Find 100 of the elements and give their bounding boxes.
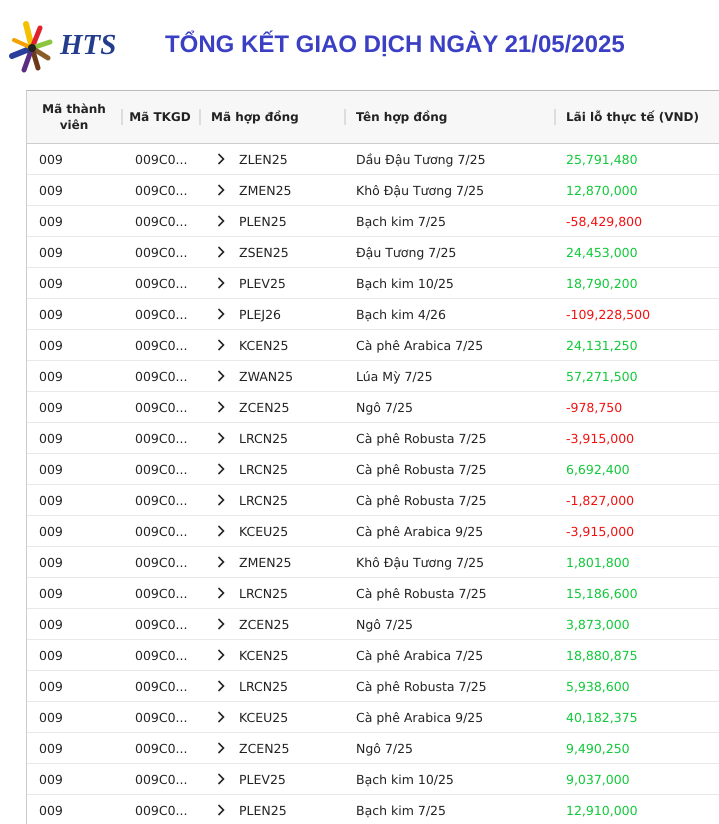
chevron-right-icon[interactable] — [217, 463, 225, 475]
table-cell: 009C0... — [135, 462, 188, 476]
table-cell: Bạch kim 10/25 — [356, 772, 454, 786]
chevron-right-icon[interactable] — [217, 432, 225, 444]
table-cell: ZSEN25 — [239, 244, 289, 260]
table-cell: Dầu Đậu Tương 7/25 — [356, 152, 486, 166]
chevron-right-icon[interactable] — [217, 153, 225, 165]
table-cell: 009C0... — [135, 616, 188, 632]
table-cell: -3,915,000 — [566, 524, 634, 538]
table-cell: 009 — [39, 678, 63, 694]
column-header: Tên hợp đồng — [356, 109, 448, 125]
table-cell: 009 — [39, 214, 63, 228]
table-cell: LRCN25 — [239, 492, 288, 508]
table-cell: 009 — [39, 306, 63, 322]
table-cell: 009C0... — [135, 152, 188, 166]
chevron-right-icon[interactable] — [217, 184, 225, 196]
table-cell: 009 — [39, 554, 63, 570]
table-cell: Bạch kim 7/25 — [356, 214, 446, 228]
chevron-right-icon[interactable] — [217, 277, 225, 289]
table-cell: 009 — [39, 802, 63, 818]
chevron-right-icon[interactable] — [217, 680, 225, 692]
table-cell: PLEJ26 — [239, 306, 281, 322]
table-cell: Bạch kim 10/25 — [356, 276, 454, 290]
table-cell: 009 — [39, 648, 63, 662]
table-cell: Cà phê Arabica 9/25 — [356, 524, 484, 538]
table-cell: -109,228,500 — [566, 306, 650, 322]
chevron-right-icon[interactable] — [217, 401, 225, 413]
table-cell: 009C0... — [135, 276, 188, 290]
chevron-right-icon[interactable] — [217, 711, 225, 723]
table-cell: Cà phê Arabica 7/25 — [356, 648, 484, 662]
table-cell: 009C0... — [135, 772, 188, 786]
chevron-right-icon[interactable] — [217, 587, 225, 599]
table-cell: Cà phê Robusta 7/25 — [356, 678, 487, 694]
column-header: Mã hợp đồng — [211, 109, 299, 125]
column-header: Mã thành viên — [41, 101, 107, 133]
chevron-right-icon[interactable] — [217, 742, 225, 754]
chevron-right-icon[interactable] — [217, 804, 225, 816]
table-cell: ZWAN25 — [239, 368, 294, 384]
table-cell: 009 — [39, 740, 63, 756]
table-cell: PLEV25 — [239, 276, 286, 290]
chevron-right-icon[interactable] — [217, 525, 225, 537]
table-cell: 15,186,600 — [566, 586, 638, 600]
table-cell: 009 — [39, 244, 63, 260]
table-cell: KCEN25 — [239, 648, 288, 662]
table-cell: 009C0... — [135, 306, 188, 322]
table-cell: Ngô 7/25 — [356, 616, 413, 632]
table-cell: 009C0... — [135, 492, 188, 508]
table-cell: 1,801,800 — [566, 554, 630, 570]
table-cell: ZCEN25 — [239, 616, 290, 632]
table-cell: 009C0... — [135, 182, 188, 198]
table-cell: 57,271,500 — [566, 368, 638, 384]
table-cell: 009 — [39, 772, 63, 786]
table-cell: 009 — [39, 524, 63, 538]
table-cell: 3,873,000 — [566, 616, 630, 632]
table-cell: Bạch kim 7/25 — [356, 802, 446, 818]
table-cell: 24,131,250 — [566, 338, 638, 352]
table-cell: 009C0... — [135, 400, 188, 414]
table-cell: 6,692,400 — [566, 462, 630, 476]
chevron-right-icon[interactable] — [217, 339, 225, 351]
table-cell: PLEN25 — [239, 802, 287, 818]
chevron-right-icon[interactable] — [217, 370, 225, 382]
chevron-right-icon[interactable] — [217, 308, 225, 320]
chevron-right-icon[interactable] — [217, 215, 225, 227]
table-cell: 009C0... — [135, 710, 188, 724]
chevron-right-icon[interactable] — [217, 649, 225, 661]
table-cell: LRCN25 — [239, 462, 288, 476]
logo-text: HTS — [60, 28, 116, 62]
table-cell: 009C0... — [135, 524, 188, 538]
table-cell: 9,490,250 — [566, 740, 630, 756]
table-cell: KCEU25 — [239, 524, 288, 538]
table-cell: Cà phê Robusta 7/25 — [356, 462, 487, 476]
chevron-right-icon[interactable] — [217, 494, 225, 506]
table-cell: 009 — [39, 616, 63, 632]
table-cell: 009C0... — [135, 430, 188, 446]
chevron-right-icon[interactable] — [217, 773, 225, 785]
table-cell: KCEU25 — [239, 710, 288, 724]
table-cell: ZMEN25 — [239, 554, 292, 570]
table-cell: 009 — [39, 430, 63, 446]
table-cell: 24,453,000 — [566, 244, 638, 260]
table-cell: 009 — [39, 492, 63, 508]
table-cell: 12,870,000 — [566, 182, 638, 198]
table-cell: ZCEN25 — [239, 400, 290, 414]
table-cell: 40,182,375 — [566, 710, 638, 724]
table-cell: 009 — [39, 182, 63, 198]
table-cell: ZCEN25 — [239, 740, 290, 756]
chevron-right-icon[interactable] — [217, 618, 225, 630]
table-cell: 009C0... — [135, 554, 188, 570]
table-cell: 009 — [39, 152, 63, 166]
table-cell: 009C0... — [135, 802, 188, 818]
table-cell: 009C0... — [135, 368, 188, 384]
table-cell: 009C0... — [135, 678, 188, 694]
table-cell: Cà phê Robusta 7/25 — [356, 492, 487, 508]
chevron-right-icon[interactable] — [217, 556, 225, 568]
table-cell: 009 — [39, 462, 63, 476]
table-cell: ZMEN25 — [239, 182, 292, 198]
table-cell: -1,827,000 — [566, 492, 634, 508]
table-cell: 009C0... — [135, 586, 188, 600]
table-cell: LRCN25 — [239, 430, 288, 446]
chevron-right-icon[interactable] — [217, 246, 225, 258]
table-cell: 9,037,000 — [566, 772, 630, 786]
